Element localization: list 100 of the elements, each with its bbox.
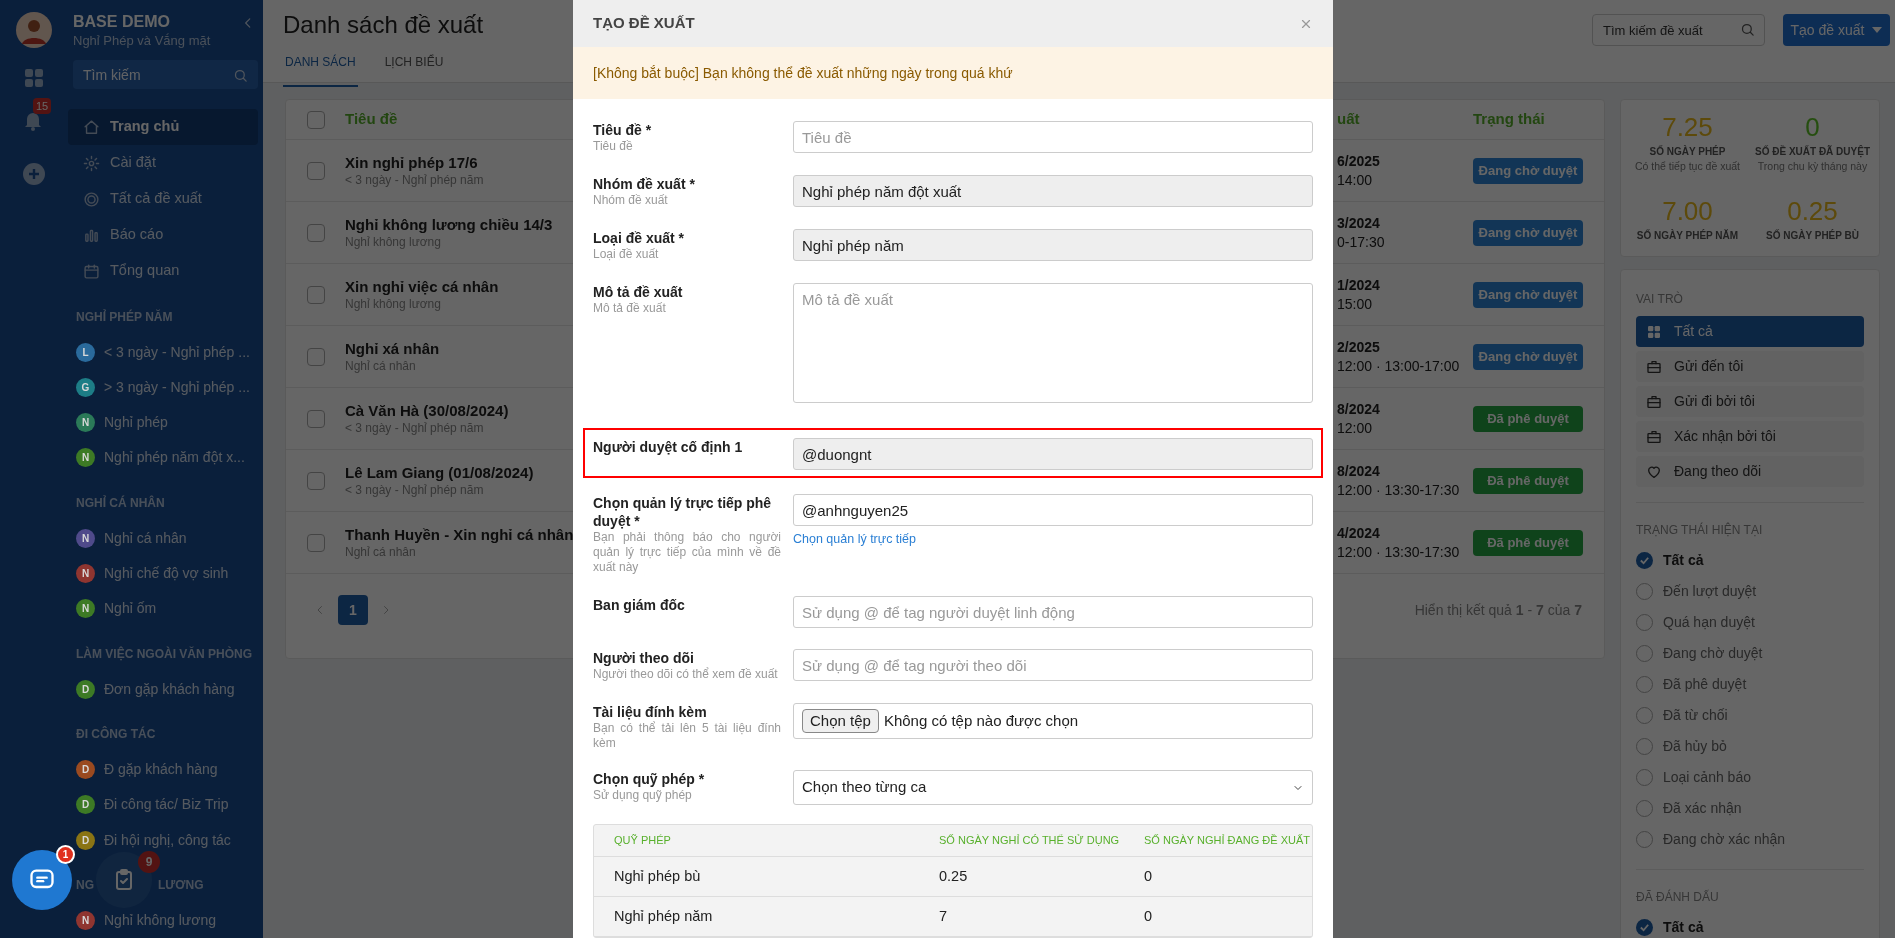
tab[interactable]: LỊCH BIỂU [382, 53, 446, 87]
nav-item[interactable]: N Nghỉ không lương [76, 909, 216, 931]
input-field[interactable]: Sử dụng @ để tag người theo dõi [793, 649, 1313, 681]
stat-value: 7.00 [1662, 195, 1713, 226]
role-filter[interactable]: Đang theo dõi [1636, 456, 1864, 487]
column-header: Tiêu đề [345, 109, 398, 130]
status-badge: Đang chờ duyệt [1473, 343, 1583, 370]
table-cell-text: 7 [939, 906, 949, 926]
letter-avatar: D [76, 830, 95, 850]
select-field[interactable]: Chọn theo từng ca [793, 770, 1313, 805]
column-header: SỐ NGÀY NGHỈ CÓ THỂ SỬ DỤNG [939, 833, 1121, 849]
input-field[interactable]: Tiêu đề [793, 121, 1313, 153]
nav-item[interactable]: L < 3 ngày - Nghỉ phép ... [76, 341, 250, 363]
nav-item[interactable]: Tất cả đề xuất [68, 181, 258, 218]
nav-item[interactable]: Báo cáo [68, 217, 258, 254]
filter-label: Đã từ chối [1663, 706, 1728, 725]
nav-item[interactable]: N Nghỉ cá nhân [76, 527, 187, 549]
calendar-icon [83, 262, 100, 280]
field-label: Chọn quỹ phép * [593, 770, 706, 788]
radio-button[interactable] [1636, 919, 1653, 936]
role-filter[interactable]: Tất cả [1636, 316, 1864, 347]
field-label: Mô tả đề xuất [593, 283, 684, 301]
nav-item[interactable]: D Đi hội nghị, công tác [76, 829, 231, 851]
checkbox[interactable] [306, 533, 325, 552]
filter-label: Đến lượt duyệt [1663, 582, 1757, 601]
table-cell-text: Nghỉ phép năm [614, 906, 714, 926]
letter-avatar: N [76, 448, 95, 468]
text-area[interactable]: Mô tả đề xuất [793, 283, 1313, 403]
file-input[interactable]: Chọn tệp Không có tệp nào được chọn [793, 703, 1313, 739]
add-icon[interactable] [22, 162, 46, 186]
app-subtitle: Nghỉ Phép và Vắng mặt [73, 32, 211, 50]
input-field[interactable]: @anhnguyen25 [793, 494, 1313, 526]
briefcase-icon [1646, 358, 1662, 375]
section-heading: ĐI CÔNG TÁC [76, 725, 156, 744]
role-filter[interactable]: Gửi đến tôi [1636, 351, 1864, 382]
nav-item[interactable]: Cài đặt [68, 145, 258, 182]
request-title: Xin nghỉ việc cá nhân [345, 277, 499, 296]
search-field[interactable]: Tìm kiếm [73, 60, 258, 90]
checkbox[interactable] [306, 347, 325, 366]
radio-button[interactable] [1636, 552, 1653, 569]
avatar[interactable] [16, 12, 52, 48]
filter-label: Đã phê duyệt [1663, 675, 1747, 694]
status-badge: Đang chờ duyệt [1473, 219, 1583, 246]
request-date: 1/2024 [1337, 275, 1381, 295]
tab[interactable]: DANH SÁCH [283, 53, 358, 87]
section-heading: NGHỈ PHÉP NĂM [76, 308, 173, 326]
stat-value: 7.25 [1662, 112, 1713, 142]
table-cell-text: 0 [1144, 866, 1154, 886]
nav-item[interactable]: N Nghỉ phép năm đột x... [76, 447, 245, 469]
page-button[interactable]: 1 [338, 595, 368, 625]
request-date: 3/2024 [1337, 213, 1381, 233]
search-icon [233, 68, 248, 83]
section-heading: LÀM VIỆC NGOÀI VĂN PHÒNG [76, 645, 252, 663]
nav-item[interactable]: D Đ gặp khách hàng [76, 759, 218, 781]
check-icon [1639, 555, 1650, 566]
nav-item[interactable]: N Nghỉ chế độ vợ sinh [76, 563, 229, 584]
column-header: QUỸ PHÉP [614, 833, 672, 849]
filter-label: Quá hạn duyệt [1663, 613, 1755, 632]
request-time: 14:00 [1337, 170, 1374, 190]
letter-avatar: D [76, 795, 95, 815]
checkbox[interactable] [306, 223, 325, 242]
field-label: Người duyệt cố định 1 [593, 438, 744, 456]
search-icon [1740, 22, 1755, 37]
search-field[interactable]: Tìm kiếm đề xuất [1592, 14, 1765, 46]
nav-item[interactable]: G > 3 ngày - Nghỉ phép ... [76, 376, 250, 398]
nav-item[interactable]: Trang chủ [68, 109, 258, 146]
checkbox[interactable] [306, 161, 325, 180]
checkbox[interactable] [306, 285, 325, 304]
field-label: Loại đề xuất * [593, 229, 686, 247]
target-icon [83, 190, 100, 208]
role-filter[interactable]: Xác nhận bởi tôi [1636, 421, 1864, 452]
choose-file-button[interactable]: Chọn tệp [802, 709, 879, 733]
field-hint: Mô tả đề xuất [593, 301, 667, 316]
request-title: Nghỉ không lương chiều 14/3 [345, 215, 553, 234]
status-badge: Đang chờ duyệt [1473, 281, 1583, 308]
input-field[interactable]: Sử dụng @ để tag người duyệt linh động [793, 596, 1313, 628]
link[interactable]: Chọn quản lý trực tiếp [793, 530, 917, 549]
grid-icon [22, 66, 46, 90]
nav-item[interactable]: N Nghỉ phép [76, 412, 168, 434]
checkbox[interactable] [306, 409, 325, 428]
section-heading: LƯƠNG [158, 877, 204, 895]
nav-item[interactable]: Tổng quan [68, 253, 258, 290]
nav-item[interactable]: D Đi công tác/ Biz Trip [76, 794, 229, 816]
nav-item[interactable]: D Đơn gặp khách hàng [76, 678, 235, 700]
request-date: 2/2025 [1337, 337, 1381, 357]
request-title: Lê Lam Giang (01/08/2024) [345, 463, 534, 482]
field-hint: Sử dụng quỹ phép [593, 788, 693, 803]
request-time: 0-17:30 [1337, 232, 1386, 252]
checkbox[interactable] [306, 471, 325, 490]
stat-label: SỐ ĐỀ XUẤT ĐÃ DUYỆT [1755, 144, 1870, 159]
nav-item[interactable]: N Nghỉ ốm [76, 598, 157, 620]
status-badge: Đã phê duyệt [1473, 529, 1583, 556]
request-time: 12:00 · 13:30-17:30 [1337, 542, 1461, 562]
role-filter[interactable]: Gửi đi bởi tôi [1636, 386, 1864, 417]
request-title: Nghỉ xá nhân [345, 339, 440, 358]
stat-label: SỐ NGÀY PHÉP NĂM [1636, 228, 1739, 243]
filter-label: Loại cảnh báo [1663, 768, 1751, 787]
create-button[interactable]: Tạo đề xuất [1783, 14, 1890, 46]
checkbox[interactable] [306, 110, 325, 129]
letter-avatar: L [76, 342, 95, 362]
